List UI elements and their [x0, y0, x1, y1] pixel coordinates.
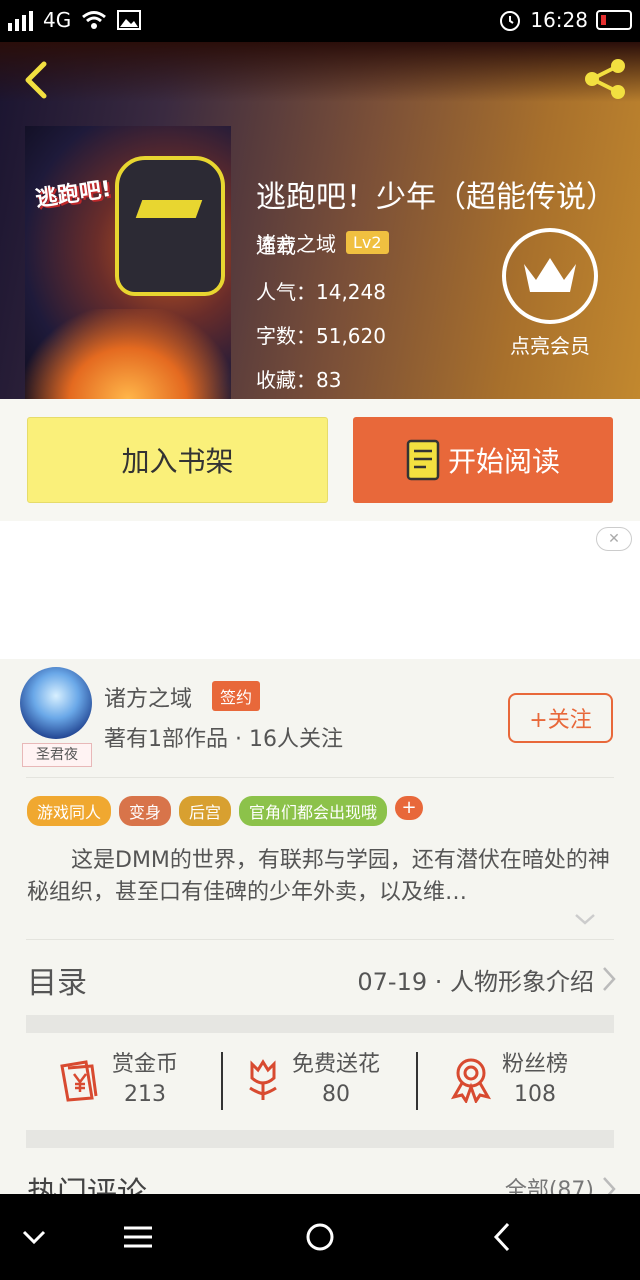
flower-icon	[249, 1059, 277, 1100]
book-header: 逃跑吧! 逃跑吧！少年（超能传说） 诸方之域 Lv2 连载 人气：14,248 …	[0, 42, 640, 399]
screen: 4G 16:28 逃跑吧! 逃跑吧！少年（超能传说） 诸方之域 Lv2 连载 人…	[0, 0, 640, 1280]
stats-row: 赏金币 213 免费送花 80 粉丝榜 108	[0, 1034, 640, 1130]
add-to-shelf-button[interactable]: 加入书架	[27, 417, 328, 503]
vip-button[interactable]: 点亮会员	[500, 228, 600, 359]
tag-list: 游戏同人 变身 后宫 官角们都会出现哦 +	[27, 796, 424, 826]
start-reading-button[interactable]: 开始阅读	[353, 417, 613, 503]
home-icon[interactable]	[300, 1220, 340, 1254]
close-icon[interactable]: ✕	[596, 527, 632, 551]
chevron-down-icon[interactable]	[572, 909, 598, 929]
network-label: 4G	[43, 8, 72, 32]
catalog-row[interactable]: 目录 07-19 · 人物形象介绍	[0, 940, 640, 1012]
status-bar: 4G 16:28	[0, 0, 640, 42]
follow-button[interactable]: +关注	[508, 693, 613, 743]
tag[interactable]: 游戏同人	[27, 796, 112, 826]
stat-name: 粉丝榜	[502, 1052, 569, 1077]
popularity: 人气：14,248	[256, 280, 386, 304]
reward-coin-button[interactable]: 赏金币 213	[56, 1050, 178, 1110]
signal-icon	[8, 9, 33, 31]
favorites: 收藏：83	[256, 368, 342, 392]
send-flower-button[interactable]: 免费送花 80	[244, 1050, 380, 1110]
section-separator	[26, 1130, 614, 1148]
ad-banner[interactable]: ✕	[0, 521, 640, 659]
cover-logo: 逃跑吧!	[33, 176, 113, 213]
stat-name: 赏金币	[112, 1052, 179, 1077]
book-status: 连载	[256, 234, 296, 258]
menu-icon[interactable]	[118, 1220, 158, 1254]
author-name[interactable]: 诸方之域	[104, 681, 192, 713]
share-icon[interactable]	[580, 54, 630, 104]
action-bar: 加入书架 开始阅读	[0, 399, 640, 521]
avatar[interactable]	[20, 667, 92, 739]
book-cover[interactable]: 逃跑吧!	[25, 126, 231, 399]
catalog-title: 目录	[27, 966, 87, 1001]
medal-icon	[450, 1058, 492, 1103]
chevron-down-icon[interactable]	[14, 1220, 54, 1254]
tag[interactable]: 变身	[119, 796, 172, 826]
word-count: 字数：51,620	[256, 324, 386, 348]
section-separator	[26, 1015, 614, 1033]
system-nav-bar	[0, 1194, 640, 1280]
vip-label: 点亮会员	[510, 334, 590, 358]
tag[interactable]: 后宫	[179, 796, 232, 826]
chevron-right-icon	[603, 967, 616, 991]
book-title: 逃跑吧！少年（超能传说）	[256, 180, 616, 215]
wifi-icon	[82, 11, 107, 29]
image-icon	[117, 10, 142, 30]
battery-icon	[596, 10, 632, 30]
divider	[416, 1052, 418, 1110]
level-badge: Lv2	[346, 231, 389, 254]
alarm-icon	[500, 11, 521, 31]
book-icon	[406, 439, 440, 481]
divider	[221, 1052, 223, 1110]
back-nav-icon[interactable]	[484, 1220, 524, 1254]
stat-value: 80	[322, 1082, 350, 1107]
clock: 16:28	[530, 8, 588, 32]
stat-value: 213	[124, 1082, 166, 1107]
hot-comments-header: 热门评论 全部(87)	[0, 1148, 640, 1211]
synopsis: 这是DMM的世界，有联邦与学园，还有潜伏在暗处的神秘组织，甚至口有佳碑的少年外卖…	[27, 848, 610, 905]
stat-name: 免费送花	[292, 1052, 381, 1077]
start-reading-label: 开始阅读	[447, 445, 560, 478]
author-stats: 著有1部作品 · 16人关注	[104, 727, 343, 752]
fan-rank-button[interactable]: 粉丝榜 108	[450, 1050, 568, 1110]
signed-badge: 签约	[212, 681, 261, 711]
back-icon[interactable]	[16, 58, 56, 102]
stat-value: 108	[514, 1082, 556, 1107]
tag[interactable]: 官角们都会出现哦	[239, 796, 388, 826]
crown-icon	[524, 258, 576, 292]
latest-chapter: 07-19 · 人物形象介绍	[357, 968, 594, 996]
coin-icon	[60, 1060, 98, 1102]
divider	[26, 777, 614, 778]
cover-robot	[115, 156, 225, 296]
add-tag-button[interactable]: +	[395, 796, 424, 820]
avatar-tag: 圣君夜	[22, 743, 92, 767]
